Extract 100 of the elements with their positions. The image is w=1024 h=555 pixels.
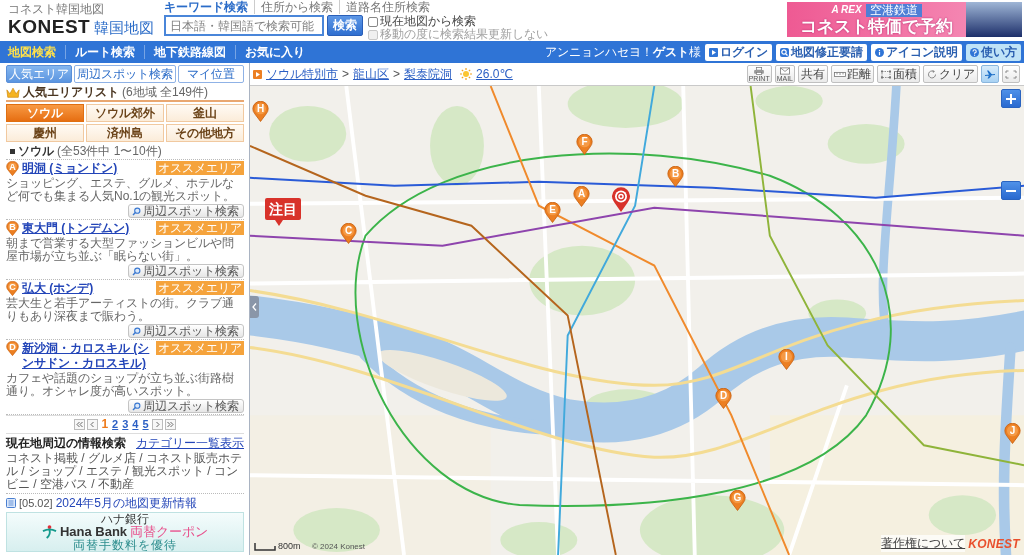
region-tab[interactable]: 慶州 xyxy=(6,124,84,142)
search-icon xyxy=(132,206,141,216)
search-mode-tab[interactable]: キーワード検索 xyxy=(164,0,255,14)
ad-banner[interactable]: A REX 空港鉄道 コネスト特価で予約 xyxy=(787,2,1022,37)
page-link[interactable]: 4 xyxy=(131,418,140,431)
copyright-link[interactable]: 著作権について xyxy=(881,535,966,552)
airplane-button[interactable] xyxy=(981,65,999,83)
circular-arrow-icon xyxy=(926,69,938,79)
nearby-search-button[interactable]: 周辺スポット検索 xyxy=(128,399,244,413)
scale-bar-icon xyxy=(254,543,276,551)
area-link[interactable]: 東大門 (トンデムン) xyxy=(22,221,153,236)
icon-guide-button[interactable]: アイコン説明 xyxy=(871,43,962,61)
page-link[interactable]: 2 xyxy=(111,418,120,431)
nearby-search-button[interactable]: 周辺スポット検索 xyxy=(128,324,244,338)
list-count: (6地域 全149件) xyxy=(122,85,209,99)
zoom-out-button[interactable] xyxy=(1001,181,1021,200)
checkbox-label: 現在地図から検索 xyxy=(380,15,477,28)
sidebar-toggle-button[interactable] xyxy=(250,296,259,318)
login-button[interactable]: ログイン xyxy=(705,43,772,61)
sidebar-tab[interactable]: 周辺スポット検索 xyxy=(74,65,176,83)
region-tab[interactable]: 釜山 xyxy=(166,104,244,122)
search-mode-tab[interactable]: 道路名住所検索 xyxy=(339,0,437,14)
envelope-icon xyxy=(778,66,791,75)
fullscreen-button[interactable] xyxy=(1002,65,1020,83)
nav-tab[interactable]: 地図検索 xyxy=(8,45,65,59)
last-page-button[interactable] xyxy=(164,419,176,430)
search-icon xyxy=(132,401,141,411)
area-link[interactable]: 新沙洞・カロスキル (シンサドン・カロスキル) xyxy=(22,341,153,371)
greeting-text: アンニョンハセヨ！ゲスト様 xyxy=(545,43,701,61)
area-icon xyxy=(880,69,892,79)
magnifier-icon xyxy=(780,47,789,57)
region-tab[interactable]: その他地方 xyxy=(166,124,244,142)
search-icon xyxy=(132,326,141,336)
chevron-left-icon xyxy=(252,303,257,311)
ad-note: 両替手数料を優待 xyxy=(73,539,177,551)
copyright-text: © 2024 Konest xyxy=(312,542,366,551)
ad-offer: 両替クーポン xyxy=(130,525,209,539)
area-description: ショッピング、エステ、グルメ、ホテルなど何でも集まる人気No.1の観光スポット。 xyxy=(6,177,237,203)
area-link[interactable]: 明洞 (ミョンドン) xyxy=(22,161,153,176)
banner-tag: 空港鉄道 xyxy=(865,3,922,17)
first-page-button[interactable] xyxy=(74,419,86,430)
crown-icon xyxy=(6,86,20,98)
breadcrumb-link[interactable]: 龍山区 xyxy=(353,65,389,83)
clear-button[interactable]: クリア xyxy=(923,65,978,83)
area-description: カフェや話題のショップが立ち並ぶ街路樹通り。オシャレ度が高いスポット。 xyxy=(6,372,235,398)
logo-caption: コネスト韓国地図 xyxy=(8,3,104,16)
airplane-icon xyxy=(984,69,996,79)
double-chevron-left-icon xyxy=(76,422,84,427)
ad-caption: ハナ銀行 xyxy=(101,513,149,525)
distance-button[interactable]: 距離 xyxy=(831,65,874,83)
area-button[interactable]: 面積 xyxy=(877,65,920,83)
chevron-right-icon xyxy=(153,422,161,427)
previous-page-button[interactable] xyxy=(87,419,99,430)
search-field[interactable]: 日本語・韓国語で検索可能 xyxy=(164,15,325,36)
nearby-search-button[interactable]: 周辺スポット検索 xyxy=(128,264,244,278)
breadcrumb-separator: > xyxy=(342,67,349,81)
category-links[interactable]: コネスト掲載 / グルメ店 / コネスト販売ホテル / ショップ / エステ / 観光スポット / コンビニ / 空港バス / 不動産 xyxy=(6,452,244,494)
region-tab[interactable]: ソウル郊外 xyxy=(86,104,164,122)
share-button[interactable]: 共有 xyxy=(798,65,828,83)
help-button[interactable]: 使い方 xyxy=(966,43,1021,61)
breadcrumb-link[interactable]: 梨泰院洞 xyxy=(404,65,453,83)
document-icon xyxy=(6,498,16,508)
checkbox[interactable] xyxy=(368,16,379,27)
logo-wordmark[interactable]: KONEST xyxy=(8,16,91,37)
logo-wordmark[interactable]: KONEST xyxy=(968,536,1020,551)
map-report-button[interactable]: 地図修正要請 xyxy=(776,43,867,61)
page-link[interactable]: 5 xyxy=(141,418,150,431)
breadcrumb-link[interactable]: ソウル特別市 xyxy=(266,65,338,83)
nearby-search-button[interactable]: 周辺スポット検索 xyxy=(128,204,244,218)
ad-banner[interactable]: ハナ銀行 Hana Bank 両替クーポン 両替手数料を優待 xyxy=(6,512,244,552)
logo-subtitle: 韓国地図 xyxy=(94,18,155,38)
fullscreen-icon xyxy=(1005,69,1017,79)
ad-bank-name: Hana Bank xyxy=(59,525,128,539)
area-link[interactable]: 弘大 (ホンデ) xyxy=(22,281,153,296)
plus-icon xyxy=(1006,93,1016,104)
info-heading: 現在地周辺の情報検索 xyxy=(6,436,126,451)
temperature-link[interactable]: 26.0℃ xyxy=(476,67,513,81)
category-list-link[interactable]: カテゴリー一覧表示 xyxy=(136,436,244,451)
checkbox-label: 移動の度に検索結果更新しない xyxy=(380,28,549,41)
arrow-square-icon xyxy=(709,47,718,57)
banner-brand: A REX xyxy=(831,4,862,16)
arrow-square-icon xyxy=(253,69,262,79)
search-button[interactable]: 検索 xyxy=(327,15,364,36)
page-link[interactable]: 3 xyxy=(121,418,130,431)
logo-icon xyxy=(41,525,57,539)
ruler-icon xyxy=(834,69,846,79)
map-drawing[interactable] xyxy=(250,86,1024,555)
next-page-button[interactable] xyxy=(151,419,163,430)
news-link[interactable]: 2024年5月の地図更新情報 xyxy=(55,496,197,510)
breadcrumb-separator: > xyxy=(393,67,401,81)
search-mode-tab[interactable]: 住所から検索 xyxy=(254,0,340,14)
list-title: 人気エリアリスト xyxy=(23,85,119,99)
zoom-in-button[interactable] xyxy=(1001,89,1021,108)
photo-placeholder xyxy=(966,2,1022,37)
nav-tab[interactable]: お気に入り xyxy=(235,45,314,59)
nav-tab[interactable]: ルート検索 xyxy=(65,45,144,59)
recommended-badge: オススメエリア xyxy=(156,281,244,295)
region-tab[interactable]: 済州島 xyxy=(86,124,164,142)
sidebar-tab[interactable]: マイ位置 xyxy=(178,65,244,83)
nav-tab[interactable]: 地下鉄路線図 xyxy=(144,45,235,59)
